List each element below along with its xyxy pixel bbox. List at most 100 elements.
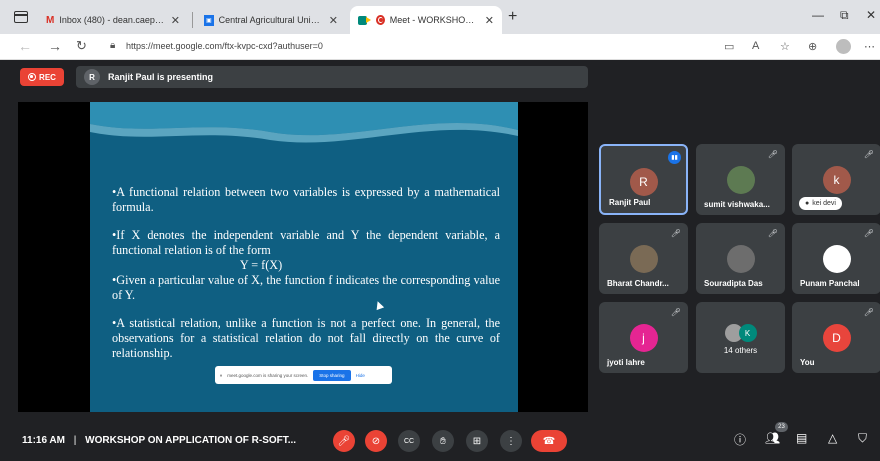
read-aloud-icon[interactable]: A — [752, 40, 759, 52]
window-close-icon[interactable]: ✕ — [866, 8, 876, 22]
participant-name: jyoti lahre — [607, 358, 645, 367]
slide-bullet: •Given a particular value of X, the func… — [112, 273, 500, 302]
tab-label: Inbox (480) - dean.caepht@cau. — [59, 15, 165, 25]
pin-icon: ● — [805, 200, 810, 207]
tab-divider — [192, 12, 193, 28]
people-icon[interactable]: 👥︎ — [765, 431, 780, 445]
slide-formula: Y = f(X) — [239, 258, 283, 272]
reload-icon[interactable]: ↻ — [76, 38, 87, 54]
participant-name: Bharat Chandr... — [607, 279, 669, 288]
participant-name: 14 others — [723, 346, 758, 355]
participant-tile[interactable]: 🎤︎ sumit vishwaka... — [696, 144, 785, 215]
activities-icon[interactable]: △ — [828, 431, 837, 445]
record-icon — [28, 73, 37, 81]
avatar — [726, 166, 755, 194]
present-button[interactable]: ⊞ — [466, 430, 488, 452]
tab-gmail[interactable]: M Inbox (480) - dean.caepht@cau. ✕ — [38, 6, 188, 34]
camera-toggle-button[interactable]: ⊘ — [365, 430, 387, 452]
captions-icon: CC — [403, 437, 415, 445]
close-icon[interactable]: ✕ — [171, 14, 180, 27]
avatar: R — [629, 168, 658, 196]
profile-avatar[interactable] — [836, 39, 851, 54]
avatar: K — [738, 324, 757, 342]
participant-tile[interactable]: 🎤︎ k ● kei devi — [792, 144, 880, 215]
back-icon[interactable]: ← — [18, 38, 32, 54]
tab-cau[interactable]: ▣ Central Agricultural University, ✕ — [196, 6, 346, 34]
favorite-icon[interactable]: ☆ — [780, 40, 790, 53]
participant-tile[interactable]: 🎤︎ Bharat Chandr... — [599, 223, 688, 294]
mic-off-icon: 🎤︎ — [670, 229, 681, 238]
restore-icon[interactable]: ⧉ — [840, 8, 849, 23]
new-tab-icon[interactable]: + — [508, 8, 517, 26]
slide-wave-decoration — [90, 102, 518, 143]
cau-icon: ▣ — [204, 14, 214, 26]
participant-tile[interactable]: 🎤︎ Punam Panchal — [792, 223, 880, 294]
cast-icon[interactable]: ▭ — [724, 40, 734, 53]
hand-icon: ✋︎ — [440, 435, 446, 447]
participant-name: sumit vishwaka... — [704, 200, 770, 209]
info-icon[interactable]: ⓘ — [734, 431, 746, 448]
slide-bullet: •A functional relation between two varia… — [112, 185, 500, 214]
slide-text: •A functional relation between two varia… — [112, 185, 500, 361]
participant-tile[interactable]: ▮▮ R Ranjit Paul — [599, 144, 688, 215]
rec-label: REC — [39, 72, 56, 82]
minimize-icon[interactable]: — — [812, 8, 824, 22]
name-pill: ● kei devi — [799, 197, 842, 210]
mic-off-icon: 🎤︎ — [863, 150, 874, 159]
participant-name: Souradipta Das — [704, 279, 763, 288]
tab-label: Meet - WORKSHOP ON AP — [389, 15, 480, 25]
share-status-text: meet.google.com is sharing your screen. — [227, 372, 309, 378]
avatar: D — [822, 324, 851, 352]
captions-button[interactable]: CC — [398, 430, 420, 452]
window-menu-icon[interactable] — [14, 11, 28, 23]
forward-icon[interactable]: → — [48, 38, 62, 54]
speaking-indicator-icon: ▮▮ — [668, 151, 681, 164]
collections-icon[interactable]: ⊕ — [808, 40, 817, 53]
participant-tile-others[interactable]: K 14 others — [696, 302, 785, 373]
participant-tile[interactable]: 🎤︎ j jyoti lahre — [599, 302, 688, 373]
mic-off-icon: 🎤︎ — [863, 308, 874, 317]
chat-icon[interactable]: ▤ — [796, 431, 807, 445]
tab-label: Central Agricultural University, — [218, 15, 324, 25]
address-bar[interactable]: https://meet.google.com/ftx-kvpc-cxd?aut… — [126, 41, 323, 51]
leave-call-button[interactable]: ☎︎ — [531, 430, 567, 452]
meeting-info: 11:16 AM | WORKSHOP ON APPLICATION OF R-… — [22, 435, 297, 446]
avatar: k — [822, 166, 851, 194]
participant-name: You — [800, 358, 815, 367]
participant-name: Punam Panchal — [800, 279, 860, 288]
meet-icon — [358, 15, 371, 25]
presenting-banner: R Ranjit Paul is presenting — [76, 66, 588, 88]
gmail-icon: M — [46, 14, 55, 26]
presenter-avatar: R — [84, 69, 100, 85]
meeting-time: 11:16 AM — [22, 435, 65, 446]
raise-hand-button[interactable]: ✋︎ — [432, 430, 454, 452]
slide-bullet: •A statistical relation, unlike a functi… — [112, 316, 500, 360]
present-icon: ⊞ — [472, 435, 482, 447]
stop-sharing-button[interactable]: Stop sharing — [313, 369, 351, 381]
avatar — [629, 245, 658, 273]
lock-icon: 🔒︎ — [110, 40, 116, 51]
tab-meet[interactable]: Meet - WORKSHOP ON AP ✕ — [350, 6, 502, 34]
mic-off-icon: 🎤︎ — [863, 229, 874, 238]
browser-toolbar: ← → ↻ 🔒︎ https://meet.google.com/ftx-kvp… — [0, 34, 880, 60]
mic-toggle-button[interactable]: 🎤︎ — [333, 430, 355, 452]
participant-tile[interactable]: 🎤︎ Souradipta Das — [696, 223, 785, 294]
close-icon[interactable]: ✕ — [485, 14, 494, 27]
close-icon[interactable]: ✕ — [329, 14, 338, 27]
screen-share-bar: ⏸ meet.google.com is sharing your screen… — [215, 366, 392, 384]
host-controls-icon[interactable]: ⛉ — [858, 431, 867, 446]
more-vert-icon: ⋮ — [506, 435, 516, 447]
camera-off-icon: ⊘ — [371, 435, 381, 447]
avatar: j — [629, 324, 658, 352]
mic-off-icon: 🎤︎ — [337, 435, 351, 447]
hang-up-icon: ☎︎ — [542, 435, 556, 447]
participant-name: Ranjit Paul — [609, 198, 651, 207]
hide-button[interactable]: Hide — [356, 373, 365, 378]
mic-off-icon: 🎤︎ — [767, 229, 778, 238]
more-options-button[interactable]: ⋮ — [500, 430, 522, 452]
participant-tile-self[interactable]: 🎤︎ D You — [792, 302, 880, 373]
meeting-title: WORKSHOP ON APPLICATION OF R-SOFT... — [85, 435, 297, 446]
more-icon[interactable]: ⋯ — [864, 40, 875, 53]
share-info-icon: ⏸ — [220, 372, 223, 378]
recording-icon — [375, 15, 385, 25]
